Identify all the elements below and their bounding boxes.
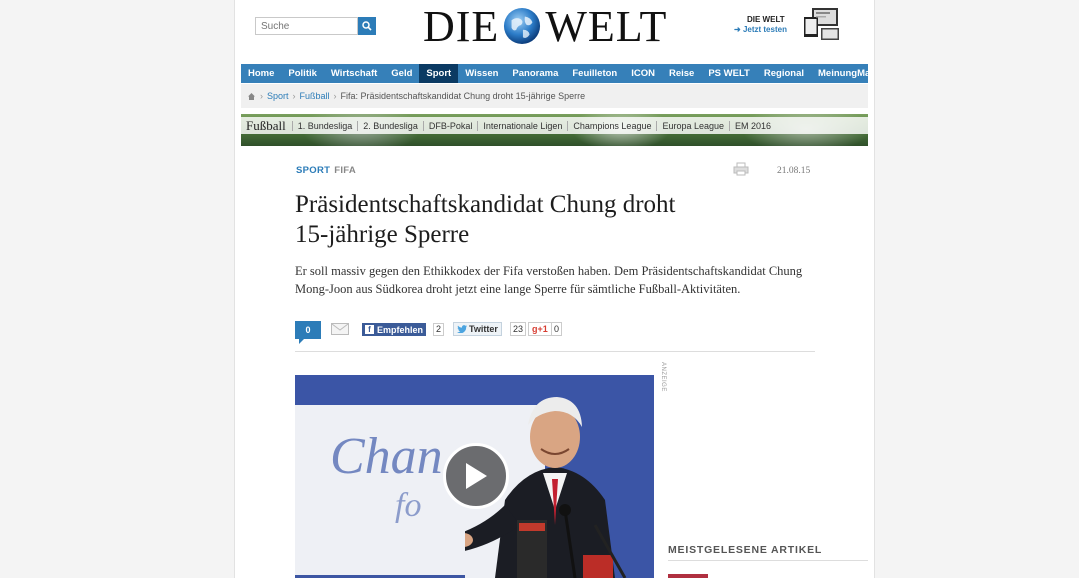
play-button[interactable] <box>443 443 509 509</box>
subnav-champions-league[interactable]: Champions League <box>567 120 656 131</box>
play-icon <box>466 463 487 489</box>
sport-banner: Fußball 1. Bundesliga 2. Bundesliga DFB-… <box>241 114 868 146</box>
publish-date: 21.08.15 <box>777 166 811 176</box>
search-button[interactable] <box>358 17 376 35</box>
breadcrumb-separator: › <box>292 91 296 101</box>
nav-politik[interactable]: Politik <box>281 64 324 83</box>
kicker-topic[interactable]: FIFA <box>334 165 356 176</box>
nav-feuilleton[interactable]: Feuilleton <box>565 64 624 83</box>
nav-meinung[interactable]: Meinung <box>811 64 857 83</box>
nav-reise[interactable]: Reise <box>662 64 701 83</box>
search-box <box>255 17 376 35</box>
subscription-promo[interactable]: DIE WELT ➜ Jetzt testen <box>730 7 840 41</box>
comment-count-button[interactable]: 0 <box>295 321 321 344</box>
google-plus-button[interactable]: g+1 <box>528 322 552 336</box>
breadcrumb-separator: › <box>260 91 263 101</box>
nav-home[interactable]: Home <box>241 64 281 83</box>
nav-wissen[interactable]: Wissen <box>458 64 505 83</box>
subnav-bundesliga[interactable]: 1. Bundesliga <box>291 120 358 131</box>
nav-ps-welt[interactable]: PS WELT <box>701 64 757 83</box>
subnav-2-bundesliga[interactable]: 2. Bundesliga <box>357 120 423 131</box>
subnav-europa-league[interactable]: Europa League <box>656 120 729 131</box>
video-player[interactable]: Chan fo <box>295 375 654 578</box>
subnav-em-2016[interactable]: EM 2016 <box>729 120 776 131</box>
article-kicker: SPORT FIFA <box>296 165 356 176</box>
nav-icon[interactable]: ICON <box>624 64 662 83</box>
twitter-count: 23 <box>510 322 527 336</box>
article-headline: Präsidentschaftskandidat Chung droht 15-… <box>295 191 676 248</box>
social-share-bar: 0 f Empfehlen 2 Twitter 23 g+1 0 <box>295 320 815 344</box>
promo-title: DIE WELT <box>747 15 785 24</box>
breadcrumb-fussball[interactable]: Fußball <box>300 91 330 101</box>
logo-text-right: WELT <box>545 1 668 51</box>
search-icon <box>362 21 372 31</box>
facebook-icon: f <box>365 325 374 334</box>
facebook-count: 2 <box>433 323 445 336</box>
nav-panorama[interactable]: Panorama <box>505 64 565 83</box>
promo-link[interactable]: ➜ Jetzt testen <box>734 25 787 34</box>
nav-wirtschaft[interactable]: Wirtschaft <box>324 64 384 83</box>
sport-subnav-title[interactable]: Fußball <box>241 118 292 134</box>
devices-icon <box>804 8 839 40</box>
article-lead: Er soll massiv gegen den Ethikkodex der … <box>295 264 803 296</box>
mail-icon[interactable] <box>331 323 349 335</box>
breadcrumb-current: Fifa: Präsidentschaftskandidat Chung dro… <box>340 91 586 101</box>
subnav-dfb-pokal[interactable]: DFB-Pokal <box>422 120 478 131</box>
nav-more[interactable]: Ma <box>857 64 868 83</box>
print-icon[interactable] <box>733 162 749 176</box>
twitter-icon <box>457 325 467 333</box>
main-navigation: Home Politik Wirtschaft Geld Sport Wisse… <box>241 64 868 83</box>
nav-geld[interactable]: Geld <box>384 64 419 83</box>
breadcrumb: › Sport › Fußball › Fifa: Präsidentschaf… <box>241 84 868 108</box>
breadcrumb-sport[interactable]: Sport <box>267 91 289 101</box>
site-logo[interactable]: DIE WELT <box>423 1 668 51</box>
search-input[interactable] <box>255 17 358 35</box>
home-icon[interactable] <box>247 92 256 101</box>
page-container: DIE WELT DIE WELT ➜ Jetzt testen Home Po… <box>234 0 875 578</box>
ad-label: ANZEIGE <box>660 362 666 392</box>
most-read-title: MEISTGELESENE ARTIKEL <box>668 544 823 556</box>
breadcrumb-separator: › <box>333 91 337 101</box>
divider <box>295 351 815 352</box>
globe-icon <box>504 7 541 45</box>
subnav-internationale-ligen[interactable]: Internationale Ligen <box>477 120 567 131</box>
logo-text-left: DIE <box>423 1 500 51</box>
kicker-section[interactable]: SPORT <box>296 165 330 176</box>
most-read-thumbnail[interactable] <box>668 574 708 578</box>
backdrop-text: Chan <box>330 428 443 485</box>
backdrop-text: fo <box>395 487 422 524</box>
twitter-share-button[interactable]: Twitter <box>453 322 502 336</box>
nav-regional[interactable]: Regional <box>757 64 811 83</box>
divider <box>668 560 868 561</box>
google-plus-count: 0 <box>551 322 563 336</box>
facebook-share-button[interactable]: f Empfehlen <box>362 323 427 336</box>
nav-sport[interactable]: Sport <box>419 64 459 83</box>
sport-subnav: Fußball 1. Bundesliga 2. Bundesliga DFB-… <box>241 117 868 134</box>
